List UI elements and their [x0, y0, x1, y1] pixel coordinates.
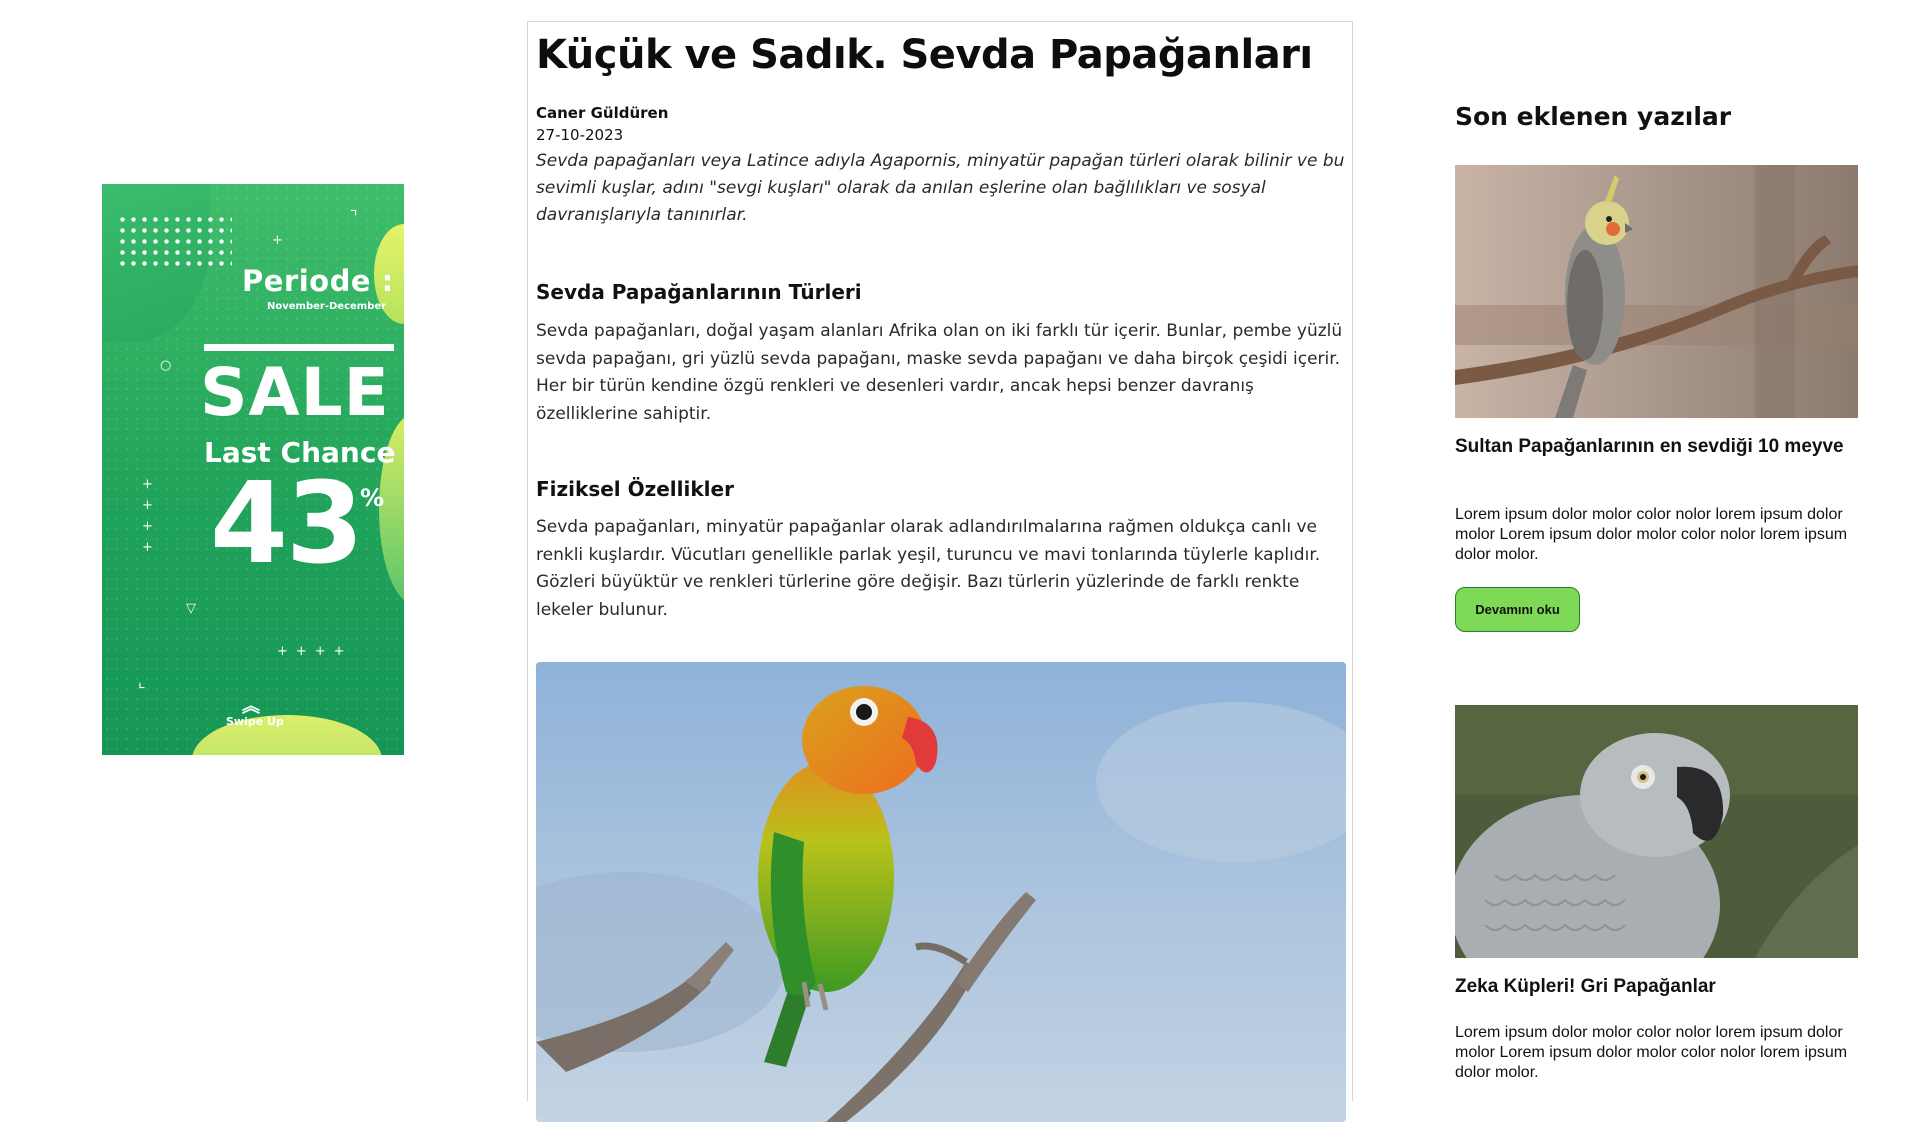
circle-icon: ○	[160, 358, 172, 373]
ad-periode: Periode :	[242, 264, 394, 298]
ad-background: ⌝ + ○ + + + + ▽ ++++ ⌞ Periode : November-D…	[102, 184, 404, 755]
ad-divider	[204, 344, 394, 351]
ad-swipe-up: Swipe Up	[226, 715, 284, 728]
section-body: Sevda papağanları, doğal yaşam alanları …	[536, 321, 1343, 424]
corner-mark-icon: ⌞	[138, 672, 146, 691]
post-thumbnail-cockatiel[interactable]	[1455, 165, 1858, 418]
post-title[interactable]: Sultan Papağanlarının en sevdiği 10 meyv…	[1455, 435, 1855, 459]
section-heading: Sevda Papağanlarının Türleri	[536, 280, 862, 304]
post-thumbnail-grey-parrot[interactable]	[1455, 705, 1858, 958]
section-heading: Fiziksel Özellikler	[536, 477, 734, 501]
grey-parrot-illustration	[1455, 705, 1858, 958]
ad-sale-text: SALE	[200, 354, 390, 431]
post-title[interactable]: Zeka Küpleri! Gri Papağanlar	[1455, 975, 1855, 999]
cockatiel-illustration	[1455, 165, 1858, 418]
plus-icon: +	[272, 233, 283, 248]
corner-mark-icon: ⌝	[350, 207, 358, 226]
ad-percent-sign: %	[360, 484, 385, 512]
article-date: 27-10-2023	[536, 126, 624, 144]
post-excerpt: Lorem ipsum dolor molor color nolor lore…	[1455, 1024, 1848, 1081]
article-title: Küçük ve Sadık. Sevda Papağanları	[536, 32, 1313, 78]
post-excerpt: Lorem ipsum dolor molor color nolor lore…	[1455, 506, 1848, 563]
ad-months: November-December	[267, 301, 387, 312]
sidebar-title: Son eklenen yazılar	[1455, 102, 1732, 131]
lovebird-illustration	[536, 686, 1346, 1122]
read-more-button[interactable]: Devamını oku	[1455, 587, 1580, 632]
sale-ad-banner[interactable]: ⌝ + ○ + + + + ▽ ++++ ⌞ Periode : November-D…	[80, 162, 425, 775]
article-lead: Sevda papağanları veya Latince adıyla Ag…	[536, 151, 1345, 225]
ad-discount-value: 43	[210, 459, 364, 589]
triangle-icon: ▽	[186, 601, 196, 616]
article: Küçük ve Sadık. Sevda Papağanları Caner …	[527, 21, 1353, 1122]
ad-dot-pattern	[117, 214, 232, 266]
plus-row-icon: ++++	[277, 644, 353, 659]
article-author: Caner Güldüren	[536, 104, 669, 122]
ad-decor-blob	[192, 715, 382, 755]
section-body: Sevda papağanları, minyatür papağanlar o…	[536, 517, 1321, 620]
lovebird-photo	[536, 662, 1346, 1122]
plus-column-icon: + + + +	[142, 477, 153, 555]
